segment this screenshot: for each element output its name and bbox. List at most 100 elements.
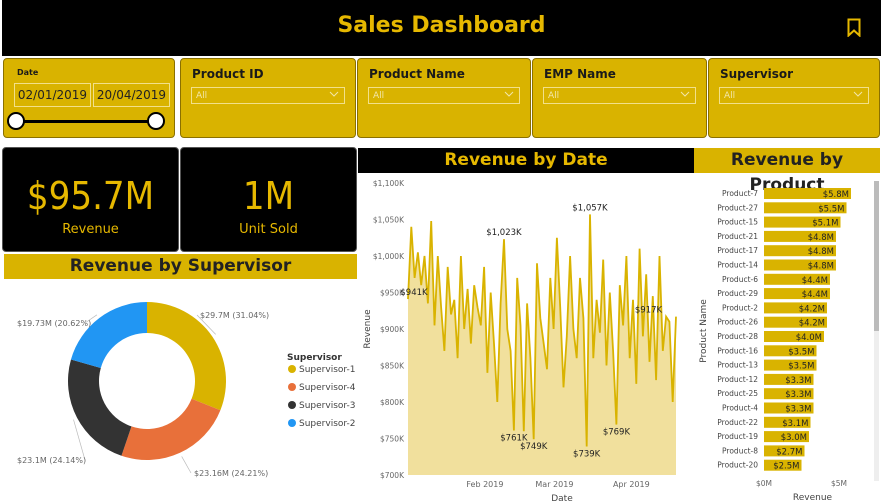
product-data-label: $4.2M (799, 304, 825, 314)
emp-name-value: All (548, 91, 560, 101)
x-tick-label: Feb 2019 (466, 480, 503, 489)
x-tick-label: Mar 2019 (535, 480, 573, 489)
product-category-label: Product-14 (717, 261, 758, 270)
donut-data-label: $23.16M (24.21%) (194, 469, 268, 478)
revenue-by-supervisor-chart: $29.7M (31.04%) $23.16M (24.21%) $23.1M (2… (17, 302, 356, 478)
y-axis-label: Revenue (363, 309, 373, 349)
date-data-label: $769K (603, 428, 631, 438)
product-data-label: $2.5M (773, 462, 799, 472)
legend-item-supervisor-4[interactable]: Supervisor-4 (299, 383, 356, 393)
x-tick-label: $5M (831, 479, 847, 488)
product-category-label: Product-29 (717, 289, 758, 298)
legend-marker (288, 419, 296, 427)
y-axis-label: Product Name (699, 299, 709, 363)
date-data-label: $917K (635, 306, 663, 316)
scrollbar-thumb[interactable] (874, 181, 879, 331)
revenue-by-product-chart: Product-7 $5.8M Product-27 $5.5M Product-15 $… (699, 181, 879, 503)
donut-leader-line (181, 456, 192, 474)
product-category-label: Product-21 (717, 232, 758, 241)
product-category-label: Product-4 (722, 404, 758, 413)
product-name-label: Product Name (369, 67, 465, 81)
revenue-caption: Revenue (62, 222, 119, 237)
legend-item-supervisor-2[interactable]: Supervisor-2 (299, 419, 356, 429)
y-tick-label: $750K (380, 435, 405, 444)
product-data-label: $3.1M (782, 419, 808, 429)
supervisor-value: All (724, 91, 736, 101)
unit-sold-caption: Unit Sold (239, 222, 298, 237)
product-data-label: $3.3M (785, 376, 811, 386)
product-category-label: Product-19 (717, 432, 758, 441)
legend-item-supervisor-1[interactable]: Supervisor-1 (299, 365, 356, 375)
product-category-label: Product-7 (722, 189, 758, 198)
y-tick-label: $1,050K (373, 216, 405, 225)
product-category-label: Product-16 (717, 346, 758, 355)
product-data-label: $3.5M (788, 362, 814, 372)
chevron-down-icon (329, 91, 339, 97)
legend-title: Supervisor (287, 353, 342, 363)
end-date-handle[interactable] (147, 112, 165, 130)
legend-item-supervisor-3[interactable]: Supervisor-3 (299, 401, 356, 411)
start-date-handle[interactable] (7, 112, 25, 130)
date-data-label: $749K (520, 442, 548, 452)
chevron-down-icon (504, 91, 514, 97)
product-data-label: $3.3M (785, 390, 811, 400)
legend-marker (288, 383, 296, 391)
supervisor-dropdown[interactable]: All (719, 87, 869, 104)
product-data-label: $4.2M (799, 319, 825, 329)
unit-sold-card: 1M Unit Sold (180, 147, 357, 252)
product-category-label: Product-27 (717, 203, 758, 212)
date-data-label: $1,023K (486, 228, 522, 238)
product-id-value: All (196, 91, 208, 101)
product-id-slicer: Product ID All (180, 58, 356, 138)
product-category-label: Product-2 (722, 303, 758, 312)
product-data-label: $4.0M (796, 333, 822, 343)
chevron-down-icon (680, 91, 690, 97)
emp-name-slicer: EMP Name All (532, 58, 707, 138)
date-range-track[interactable] (14, 120, 149, 123)
revenue-card: $95.7M Revenue (2, 147, 179, 252)
product-name-dropdown[interactable]: All (368, 87, 520, 104)
y-tick-label: $850K (380, 362, 405, 371)
legend-marker (288, 401, 296, 409)
page-title: Sales Dashboard (337, 13, 546, 38)
product-data-label: $3.3M (785, 405, 811, 415)
unit-sold-value: 1M (242, 174, 295, 218)
product-category-label: Product-22 (717, 418, 758, 427)
product-category-label: Product-12 (717, 375, 758, 384)
start-date-input[interactable]: 02/01/2019 (14, 83, 91, 107)
end-date-input[interactable]: 20/04/2019 (93, 83, 170, 107)
supervisor-slicer: Supervisor All (708, 58, 880, 138)
header-bar: Sales Dashboard (2, 0, 881, 56)
revenue-area (408, 214, 676, 475)
date-slicer-label: Date (17, 68, 39, 77)
date-data-label: $739K (573, 450, 601, 460)
product-data-label: $4.8M (808, 262, 834, 272)
date-slicer: Date 02/01/2019 20/04/2019 (3, 58, 175, 138)
product-category-label: Product-13 (717, 361, 758, 370)
emp-name-dropdown[interactable]: All (543, 87, 696, 104)
donut-slice-supervisor-4[interactable] (121, 398, 221, 460)
supervisor-label: Supervisor (720, 67, 794, 81)
donut-slice-supervisor-2[interactable] (70, 302, 147, 368)
emp-name-label: EMP Name (544, 67, 616, 81)
product-category-label: Product-20 (717, 461, 758, 470)
donut-slice-supervisor-3[interactable] (68, 359, 132, 456)
date-data-label: $941K (400, 288, 428, 298)
supervisor-chart-title: Revenue by Supervisor (4, 254, 357, 279)
donut-data-label: $29.7M (31.04%) (200, 311, 269, 320)
y-tick-label: $700K (380, 471, 405, 480)
product-id-dropdown[interactable]: All (191, 87, 345, 104)
product-category-label: Product-25 (717, 389, 758, 398)
product-data-label: $5.5M (818, 204, 844, 214)
product-data-label: $5.1M (812, 219, 838, 229)
donut-data-label: $19.73M (20.62%) (17, 319, 91, 328)
product-data-label: $3.0M (781, 433, 807, 443)
y-tick-label: $1,100K (373, 179, 405, 188)
product-data-label: $4.8M (808, 247, 834, 257)
bookmark-icon[interactable] (847, 18, 861, 37)
product-name-value: All (373, 91, 385, 101)
product-chart-title: Revenue by Product (694, 148, 880, 195)
revenue-value: $95.7M (26, 174, 155, 218)
product-data-label: $4.8M (808, 233, 834, 243)
product-category-label: Product-8 (722, 446, 758, 455)
